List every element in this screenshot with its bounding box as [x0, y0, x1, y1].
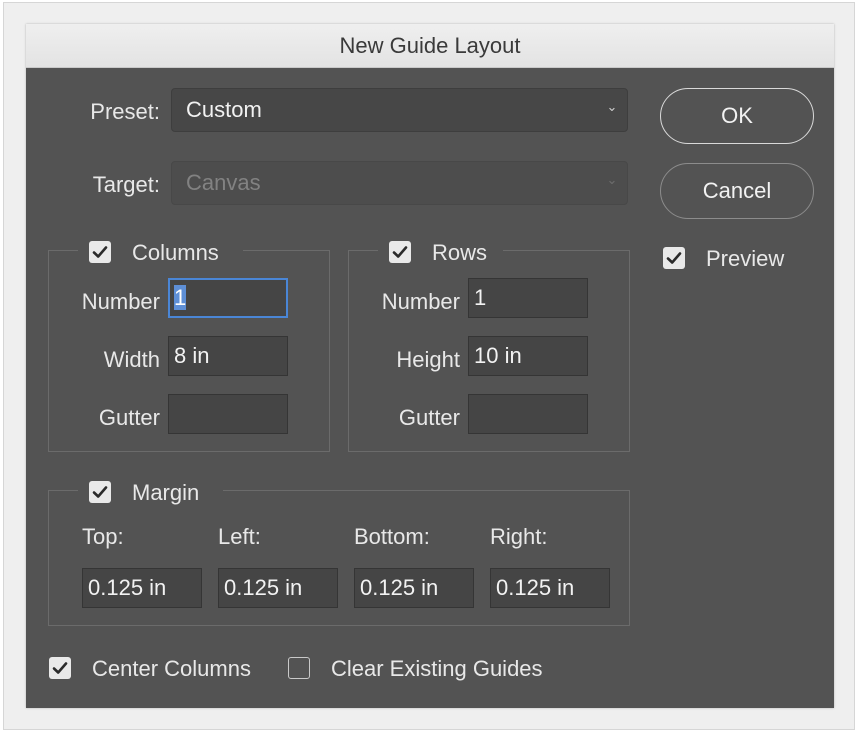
new-guide-layout-dialog: New Guide Layout Preset: Custom ⌄ Target… [26, 24, 834, 708]
center-columns-label: Center Columns [92, 656, 251, 681]
preview-label: Preview [706, 246, 785, 271]
margin-bottom-label: Bottom: [354, 524, 430, 549]
checkmark-icon [52, 662, 68, 674]
checkmark-icon [392, 246, 408, 258]
rows-number-input[interactable]: 1 [468, 278, 588, 318]
chevron-down-icon: ⌄ [606, 172, 618, 187]
margin-top-label: Top: [82, 524, 124, 549]
cancel-button[interactable]: Cancel [660, 163, 814, 219]
checkmark-icon [666, 252, 682, 264]
preview-checkbox[interactable] [663, 247, 685, 269]
columns-checkbox[interactable] [89, 241, 111, 263]
margin-left-label: Left: [218, 524, 261, 549]
columns-gutter-label: Gutter [98, 405, 160, 430]
clear-existing-guides-checkbox[interactable] [288, 657, 310, 679]
columns-number-value: 1 [174, 285, 187, 310]
center-columns-checkbox[interactable] [49, 657, 71, 679]
margin-bottom-input[interactable]: 0.125 in [354, 568, 474, 608]
checkmark-icon [92, 486, 108, 498]
columns-label: Columns [132, 240, 219, 265]
margin-right-input[interactable]: 0.125 in [490, 568, 610, 608]
margin-right-label: Right: [490, 524, 548, 549]
preset-select[interactable]: Custom ⌄ [171, 88, 628, 132]
rows-height-input[interactable]: 10 in [468, 336, 588, 376]
target-label: Target: [92, 172, 160, 197]
preset-value: Custom [186, 97, 262, 122]
columns-number-label: Number [81, 289, 160, 314]
target-select[interactable]: Canvas ⌄ [171, 161, 628, 205]
rows-height-label: Height [396, 347, 460, 372]
target-value: Canvas [186, 170, 261, 195]
columns-width-input[interactable]: 8 in [168, 336, 288, 376]
rows-gutter-input[interactable] [468, 394, 588, 434]
checkmark-icon [92, 246, 108, 258]
rows-number-label: Number [381, 289, 460, 314]
preset-label: Preset: [90, 99, 160, 124]
rows-gutter-label: Gutter [398, 405, 460, 430]
margin-top-input[interactable]: 0.125 in [82, 568, 202, 608]
clear-existing-guides-label: Clear Existing Guides [331, 656, 543, 681]
chevron-down-icon: ⌄ [606, 99, 618, 114]
columns-number-input[interactable]: 1 [168, 278, 288, 318]
rows-checkbox[interactable] [389, 241, 411, 263]
columns-width-label: Width [103, 347, 160, 372]
margin-checkbox[interactable] [89, 481, 111, 503]
ok-button[interactable]: OK [660, 88, 814, 144]
columns-gutter-input[interactable] [168, 394, 288, 434]
margin-left-input[interactable]: 0.125 in [218, 568, 338, 608]
margin-label: Margin [132, 480, 200, 505]
rows-label: Rows [432, 240, 488, 265]
dialog-title: New Guide Layout [26, 24, 834, 68]
